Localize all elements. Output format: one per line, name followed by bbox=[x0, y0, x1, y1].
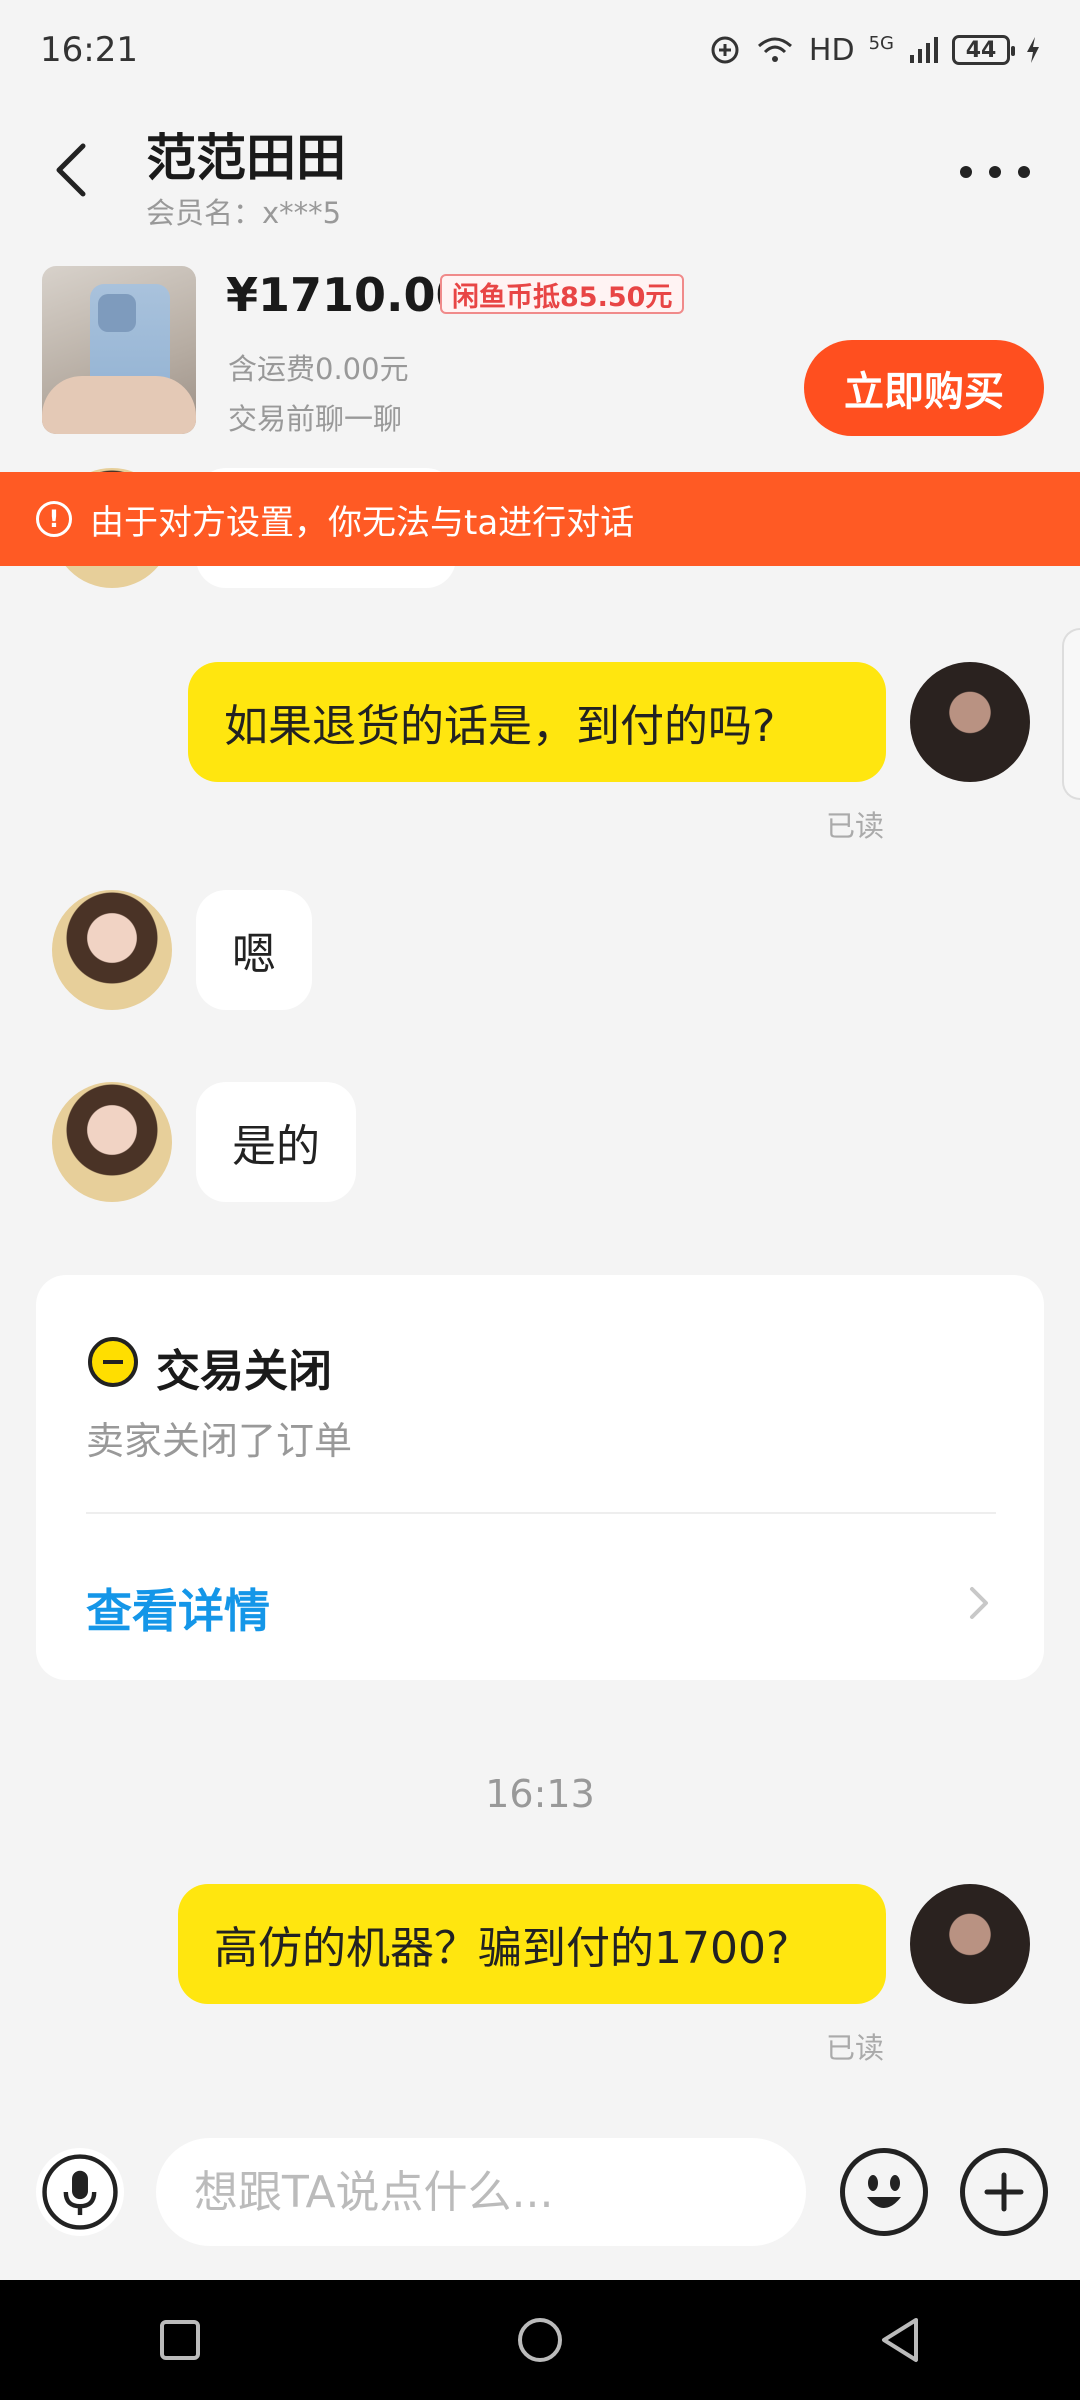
contact-avatar[interactable] bbox=[52, 890, 172, 1010]
coin-discount-badge: 闲鱼币抵85.50元 bbox=[440, 274, 685, 314]
message-bubble-incoming[interactable]: 是的 bbox=[196, 1082, 356, 1202]
order-status-title: 交易关闭 bbox=[156, 1346, 332, 1397]
member-name: 会员名：x***5 bbox=[146, 196, 342, 230]
message-input[interactable] bbox=[156, 2138, 806, 2246]
side-drawer-handle[interactable] bbox=[1062, 628, 1080, 800]
data-saver-icon bbox=[711, 36, 739, 64]
warning-text: 由于对方设置，你无法与ta进行对话 bbox=[90, 502, 635, 543]
message-bubble-outgoing[interactable]: 高仿的机器？骗到付的1700? bbox=[178, 1884, 886, 2004]
more-options-icon[interactable] bbox=[960, 152, 1030, 192]
microphone-icon bbox=[42, 2154, 118, 2230]
status-icons: HD 5G 44 bbox=[709, 33, 1042, 68]
alert-icon: ! bbox=[36, 501, 72, 537]
wifi-icon bbox=[757, 37, 792, 62]
contact-avatar[interactable] bbox=[52, 1082, 172, 1202]
voice-input-button[interactable] bbox=[36, 2148, 124, 2236]
circle-icon bbox=[518, 2318, 562, 2362]
divider bbox=[86, 1512, 996, 1514]
charging-icon bbox=[1027, 37, 1039, 63]
my-avatar[interactable] bbox=[910, 662, 1030, 782]
product-price: ¥1710.00 bbox=[226, 268, 468, 322]
emoji-button[interactable] bbox=[840, 2148, 928, 2236]
my-avatar[interactable] bbox=[910, 1884, 1030, 2004]
status-bar: 16:21 HD 5G 44 bbox=[0, 0, 1080, 100]
contact-name[interactable]: 范范田田 bbox=[146, 118, 346, 190]
view-details-link[interactable]: 查看详情 bbox=[86, 1575, 270, 1641]
home-button[interactable] bbox=[480, 2290, 600, 2390]
chat-hint: 交易前聊一聊 bbox=[228, 402, 403, 436]
signal-label: 5G bbox=[868, 32, 894, 54]
time-divider: 16:13 bbox=[485, 1772, 595, 1816]
read-status: 已读 bbox=[826, 2031, 885, 2065]
emoji-icon bbox=[867, 2175, 901, 2208]
back-icon[interactable] bbox=[46, 140, 96, 200]
triangle-back-icon bbox=[882, 2318, 918, 2362]
product-thumbnail[interactable] bbox=[42, 266, 196, 434]
status-time: 16:21 bbox=[40, 30, 138, 70]
back-button[interactable] bbox=[840, 2290, 960, 2390]
recent-apps-button[interactable] bbox=[120, 2290, 240, 2390]
product-card[interactable]: ¥1710.00 闲鱼币抵85.50元 含运费0.00元 交易前聊一聊 立即购买 bbox=[0, 248, 1080, 470]
read-status: 已读 bbox=[826, 809, 885, 843]
message-bubble-outgoing[interactable]: 如果退货的话是，到付的吗? bbox=[188, 662, 886, 782]
more-actions-button[interactable] bbox=[960, 2148, 1048, 2236]
message-bubble-incoming[interactable]: 嗯 bbox=[196, 890, 312, 1010]
order-status-card[interactable]: 交易关闭 卖家关闭了订单 查看详情 bbox=[36, 1275, 1044, 1680]
buy-now-button[interactable]: 立即购买 bbox=[804, 340, 1044, 436]
chevron-right-icon[interactable] bbox=[964, 1583, 994, 1623]
order-status-subtitle: 卖家关闭了订单 bbox=[86, 1419, 353, 1463]
closed-status-icon bbox=[88, 1337, 138, 1387]
input-bar bbox=[0, 2120, 1080, 2260]
system-nav-bar bbox=[0, 2280, 1080, 2400]
plus-icon bbox=[984, 2172, 1024, 2212]
signal-icon bbox=[910, 37, 938, 63]
chat-header: 范范田田 会员名：x***5 bbox=[0, 110, 1080, 240]
square-icon bbox=[160, 2320, 200, 2360]
shipping-fee: 含运费0.00元 bbox=[228, 352, 409, 386]
battery-icon: 44 bbox=[952, 35, 1015, 65]
network-label: HD bbox=[808, 32, 855, 68]
warning-banner: ! 由于对方设置，你无法与ta进行对话 bbox=[0, 472, 1080, 566]
